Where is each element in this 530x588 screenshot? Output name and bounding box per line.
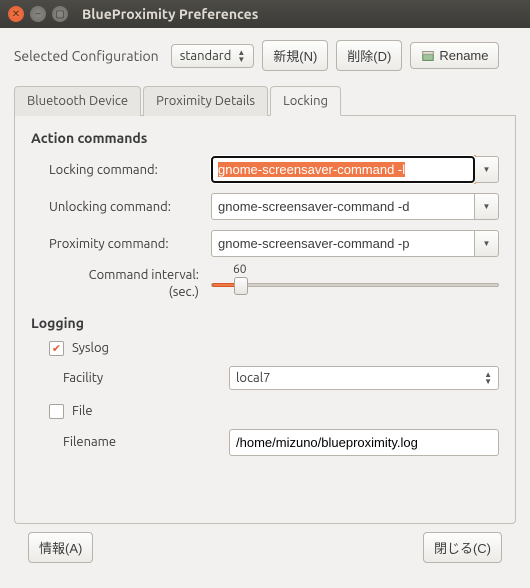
rename-button[interactable]: Rename	[410, 42, 499, 69]
close-button[interactable]: 閉じる(C)	[423, 532, 502, 563]
close-window-icon[interactable]: ✕	[8, 6, 24, 22]
proximity-command-dropdown[interactable]: ▼	[475, 230, 499, 257]
titlebar: ✕ – ▢ BlueProximity Preferences	[0, 0, 530, 28]
proximity-command-input[interactable]	[211, 230, 475, 257]
filename-label: Filename	[63, 435, 229, 449]
config-select-value: standard	[180, 49, 232, 63]
facility-value: local7	[236, 371, 484, 385]
rename-icon	[421, 49, 435, 63]
tab-locking[interactable]: Locking	[270, 86, 341, 116]
new-button[interactable]: 新規(N)	[262, 40, 328, 71]
unlocking-command-label: Unlocking command:	[31, 200, 211, 214]
locking-command-input[interactable]	[211, 156, 475, 183]
filename-input[interactable]	[229, 429, 499, 456]
tab-bluetooth[interactable]: Bluetooth Device	[14, 86, 141, 116]
interval-label: Command interval:(sec.)	[31, 267, 211, 301]
tab-proximity[interactable]: Proximity Details	[143, 86, 268, 116]
facility-select[interactable]: local7 ▲▼	[229, 366, 499, 390]
syslog-label: Syslog	[72, 341, 109, 355]
delete-button[interactable]: 削除(D)	[336, 40, 402, 71]
locking-command-label: Locking command:	[31, 163, 211, 177]
syslog-checkbox[interactable]: ✔	[49, 341, 64, 356]
interval-slider[interactable]	[211, 283, 499, 287]
file-checkbox[interactable]	[49, 404, 64, 419]
maximize-window-icon[interactable]: ▢	[52, 6, 68, 22]
interval-value: 60	[233, 263, 247, 276]
config-label: Selected Configuration	[14, 48, 159, 64]
locking-command-dropdown[interactable]: ▼	[475, 156, 499, 183]
updown-icon: ▲▼	[237, 49, 245, 63]
unlocking-command-input[interactable]	[211, 193, 475, 220]
window-title: BlueProximity Preferences	[82, 6, 258, 22]
unlocking-command-dropdown[interactable]: ▼	[475, 193, 499, 220]
updown-icon: ▲▼	[484, 371, 492, 385]
facility-label: Facility	[63, 371, 229, 385]
action-commands-heading: Action commands	[31, 130, 499, 146]
logging-heading: Logging	[31, 315, 499, 331]
tabs: Bluetooth Device Proximity Details Locki…	[14, 85, 516, 116]
config-row: Selected Configuration standard ▲▼ 新規(N)…	[14, 40, 516, 71]
proximity-command-label: Proximity command:	[31, 237, 211, 251]
tab-panel-locking: Action commands Locking command: ▼ Unloc…	[14, 116, 516, 524]
info-button[interactable]: 情報(A)	[28, 532, 93, 563]
config-select[interactable]: standard ▲▼	[171, 44, 255, 68]
slider-thumb[interactable]	[234, 277, 248, 295]
file-label: File	[72, 404, 93, 418]
rename-button-label: Rename	[439, 48, 488, 63]
minimize-window-icon[interactable]: –	[30, 6, 46, 22]
